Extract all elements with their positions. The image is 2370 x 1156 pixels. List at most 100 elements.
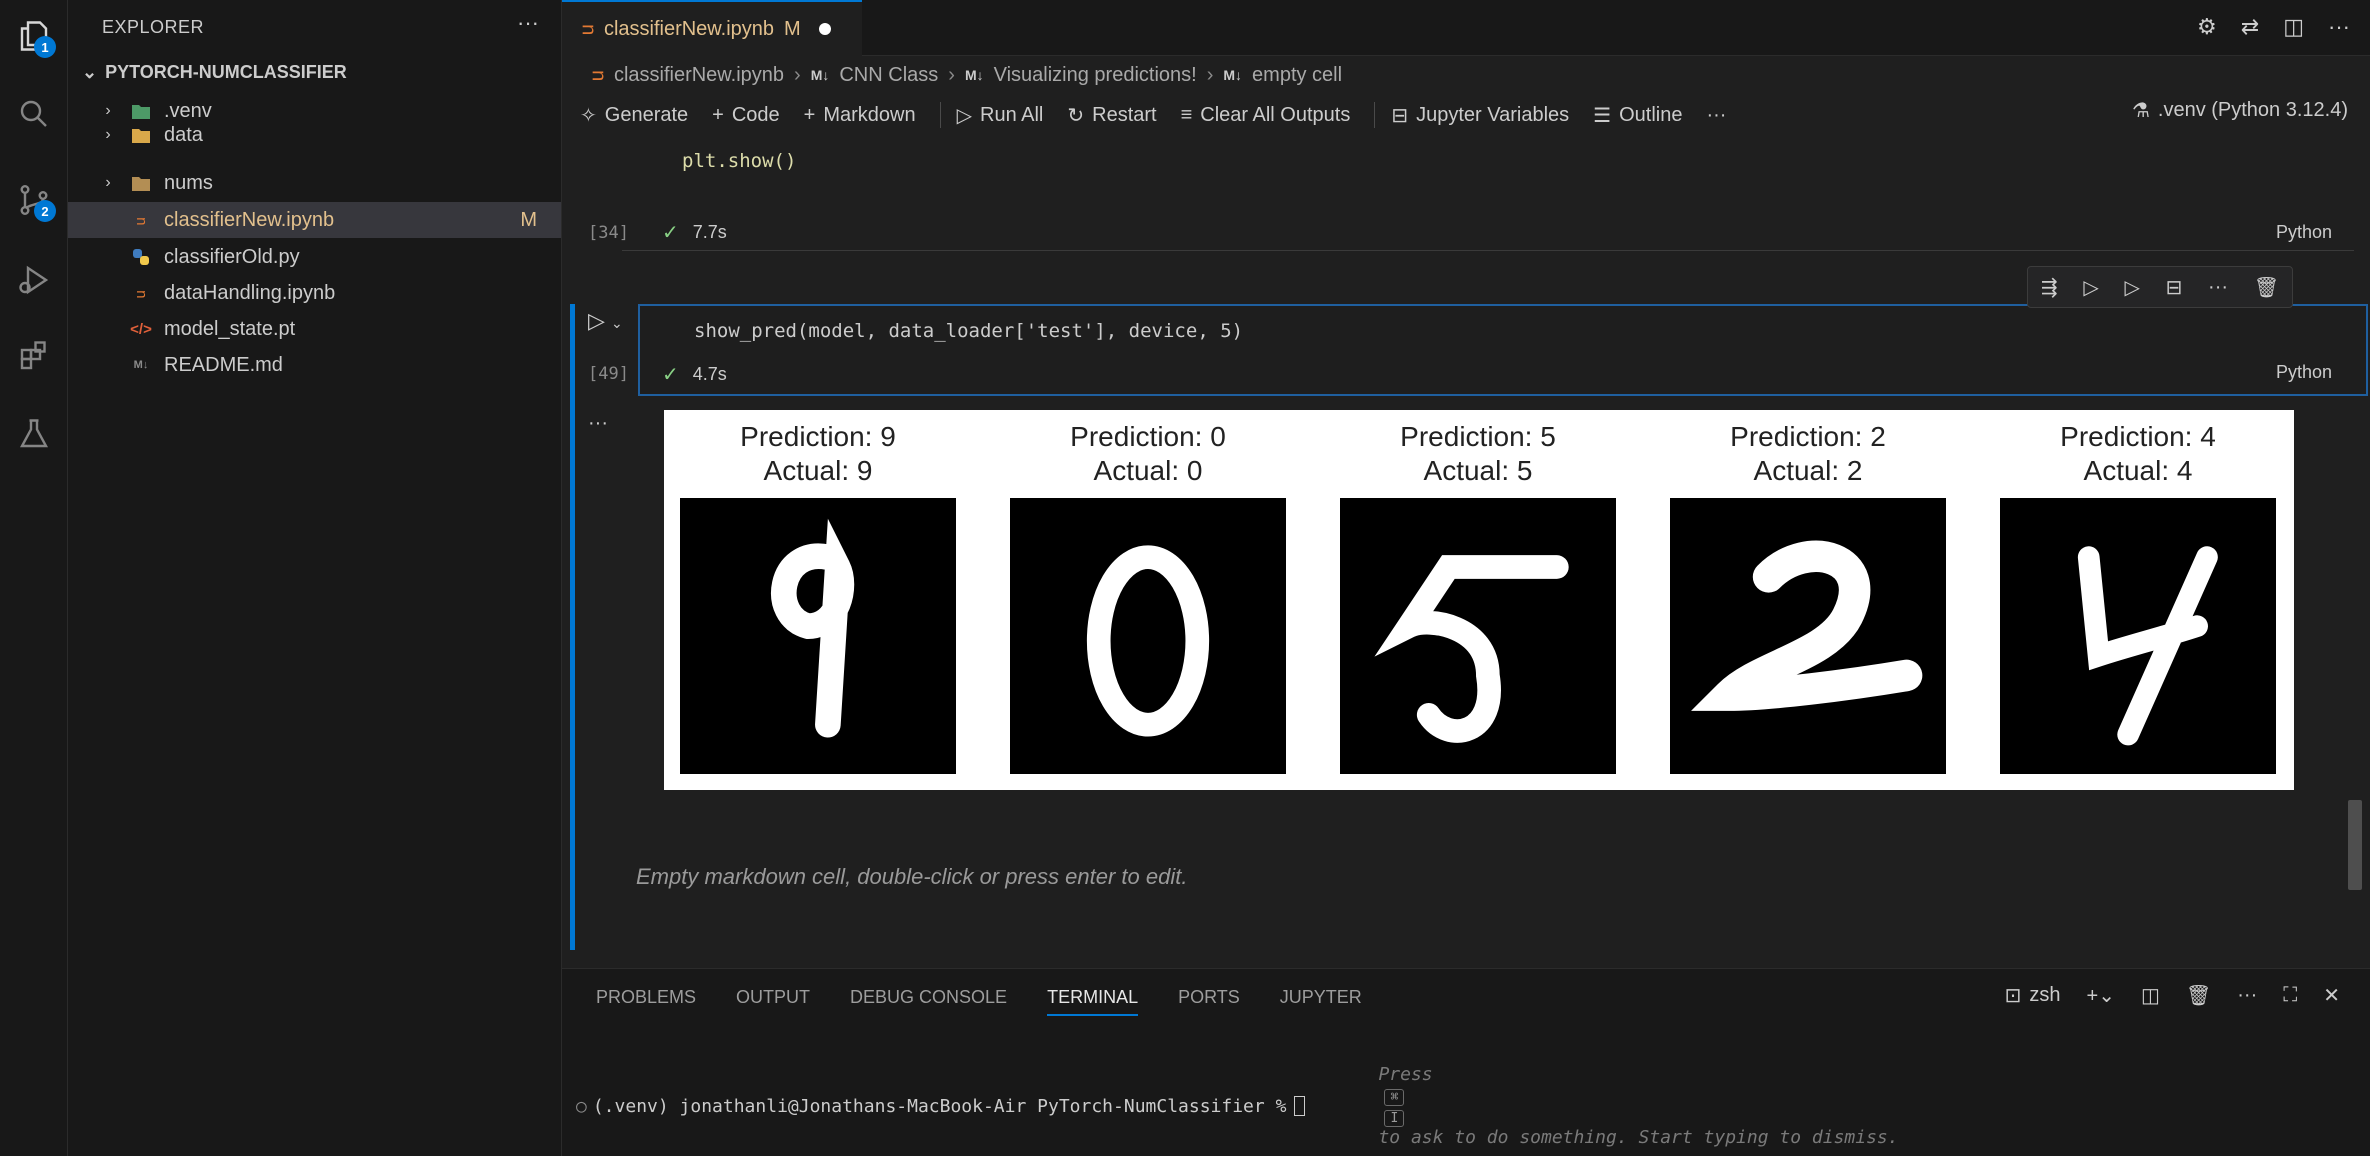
breadcrumb-item[interactable]: CNN Class [839,64,938,87]
vertical-scrollbar[interactable] [2348,800,2362,890]
tree-item-classifiernew[interactable]: ᴝ classifierNew.ipynb M [68,202,561,238]
tab-debug-console[interactable]: DEBUG CONSOLE [850,987,1007,1016]
breadcrumb-file[interactable]: classifierNew.ipynb [614,64,784,87]
tab-ports[interactable]: PORTS [1178,987,1240,1016]
trash-icon[interactable]: 🗑 [2186,983,2211,1008]
search-activity-button[interactable] [0,82,68,146]
execution-count: [49] [588,364,629,384]
close-icon[interactable]: ✕ [2323,983,2340,1008]
flask-icon [19,419,49,448]
breadcrumb-item[interactable]: Visualizing predictions! [994,64,1197,87]
tree-item-readme[interactable]: M↓ README.md [68,347,561,383]
generate-button[interactable]: ✧ Generate [580,103,688,128]
actual-label: Actual: 5 [1423,455,1533,486]
prediction-label: Prediction: 2 [1730,421,1886,452]
execute-above-icon[interactable]: ▷ [2083,275,2098,300]
source-control-activity-button[interactable]: 2 [0,168,68,232]
chevron-right-icon: › [1206,63,1214,86]
prediction-label: Prediction: 5 [1400,421,1556,452]
run-all-label: Run All [980,103,1044,126]
cell-status: ✓ 4.7s [662,362,727,387]
terminal-line[interactable]: ○ (.venv) jonathanli@Jonathans-MacBook-A… [576,1043,1899,1156]
prediction-panel: Prediction: 0 Actual: 0 [1010,410,1286,790]
jupyter-variables-button[interactable]: ⊟ Jupyter Variables [1391,103,1569,128]
more-actions-icon[interactable]: ··· [2328,14,2350,40]
editor-area: ᴝ classifierNew.ipynb M ⚙ ⇄ ◫ ··· ᴝ clas… [562,0,2370,968]
chevron-down-icon: ⌄ [611,315,623,331]
notebook-cells[interactable]: plt.show() [34] ✓ 7.7s Python ▷ ⌄ show_p… [562,140,2370,968]
testing-activity-button[interactable] [0,402,68,466]
modified-badge: M [520,208,537,231]
prediction-panel: Prediction: 9 Actual: 9 [680,410,956,790]
execute-below-icon[interactable]: ▷ [2124,275,2139,300]
compare-changes-icon[interactable]: ⇄ [2241,14,2259,40]
run-by-line-icon[interactable]: ⇶ [2041,275,2058,300]
hint-pre: Press [1378,1064,1433,1085]
cell-language[interactable]: Python [2276,362,2332,383]
prediction-label: Prediction: 4 [2060,421,2216,452]
tab-jupyter[interactable]: JUPYTER [1280,987,1362,1016]
new-terminal-icon[interactable]: +⌄ [2087,983,2115,1008]
tab-bar: ᴝ classifierNew.ipynb M ⚙ ⇄ ◫ ··· [562,0,2370,56]
kernel-picker[interactable]: ⚗ .venv (Python 3.12.4) [2132,98,2348,123]
panel-title: Prediction: 0 Actual: 0 [1010,420,1286,488]
prediction-label: Prediction: 0 [1070,421,1226,452]
cell-code[interactable]: plt.show() [682,150,796,172]
cell-status: ✓ 7.7s [662,220,727,245]
cell-language[interactable]: Python [2276,222,2332,243]
exec-time: 7.7s [692,222,727,242]
restart-label: Restart [1092,103,1157,126]
tab-classifiernew[interactable]: ᴝ classifierNew.ipynb M [562,0,862,56]
plus-icon: + [712,103,724,126]
editor-actions: ⚙ ⇄ ◫ ··· [2197,14,2350,40]
cell-code[interactable]: show_pred(model, data_loader['test'], de… [694,320,1243,342]
tree-item-data[interactable]: › data [68,117,561,153]
outline-button[interactable]: ☰ Outline [1593,103,1682,128]
trash-icon[interactable]: 🗑 [2254,275,2279,300]
add-code-button[interactable]: + Code [712,104,780,127]
digit-image [680,498,956,774]
restart-button[interactable]: ↻ Restart [1067,103,1156,128]
markdown-icon: M↓ [133,359,149,371]
run-all-button[interactable]: ▷ Run All [957,103,1044,128]
explorer-more-button[interactable]: ··· [517,10,539,36]
empty-markdown-cell[interactable]: Empty markdown cell, double-click or pre… [636,864,1187,890]
split-editor-icon[interactable]: ◫ [2283,14,2304,40]
breadcrumb-item[interactable]: empty cell [1252,64,1342,87]
run-cell-button[interactable]: ▷ ⌄ [588,308,623,334]
maximize-icon[interactable]: ⛶ [2283,984,2297,1007]
add-markdown-button[interactable]: + Markdown [804,104,916,127]
explorer-activity-button[interactable]: 1 [0,4,68,68]
settings-gear-icon[interactable]: ⚙ [2197,14,2217,40]
toolbar-more-button[interactable]: ··· [1706,104,1726,127]
more-actions-icon[interactable]: ··· [2237,984,2257,1007]
tree-item-modelstate[interactable]: </> model_state.pt [68,311,561,347]
tab-problems[interactable]: PROBLEMS [596,987,696,1016]
run-all-icon: ▷ [956,104,972,127]
tab-output[interactable]: OUTPUT [736,987,810,1016]
split-cell-icon[interactable]: ⊟ [2166,275,2183,300]
code-cell-previous[interactable]: plt.show() [638,140,2354,252]
split-terminal-icon[interactable]: ◫ [2141,983,2160,1008]
tree-item-label: classifierOld.py [164,245,300,268]
code-cell-current[interactable]: show_pred(model, data_loader['test'], de… [638,304,2368,396]
hint-post: to ask to do something. Start typing to … [1378,1127,1899,1148]
tab-terminal[interactable]: TERMINAL [1047,987,1139,1016]
tree-item-datahandling[interactable]: ᴝ dataHandling.ipynb [68,275,561,311]
tree-item-classifierold[interactable]: classifierOld.py [68,239,561,275]
more-actions-icon[interactable]: ··· [2208,276,2228,299]
extensions-activity-button[interactable] [0,324,68,388]
run-debug-activity-button[interactable] [0,248,68,312]
prediction-label: Prediction: 9 [740,421,896,452]
terminal-profile[interactable]: ⊡ zsh [2005,983,2061,1008]
project-folder[interactable]: ⌄ PYTORCH-NUMCLASSIFIER [82,62,347,83]
output-more-button[interactable]: ··· [588,412,608,435]
unsaved-dot-icon[interactable] [818,23,831,35]
tree-item-label: dataHandling.ipynb [164,281,336,304]
panel-title: Prediction: 4 Actual: 4 [2000,420,2276,488]
tree-item-nums[interactable]: › nums [68,165,561,201]
check-icon: ✓ [662,222,679,244]
activity-bar: 1 2 [0,0,68,1156]
digit-image [2000,498,2276,774]
clear-outputs-button[interactable]: ≡ Clear All Outputs [1181,104,1351,127]
